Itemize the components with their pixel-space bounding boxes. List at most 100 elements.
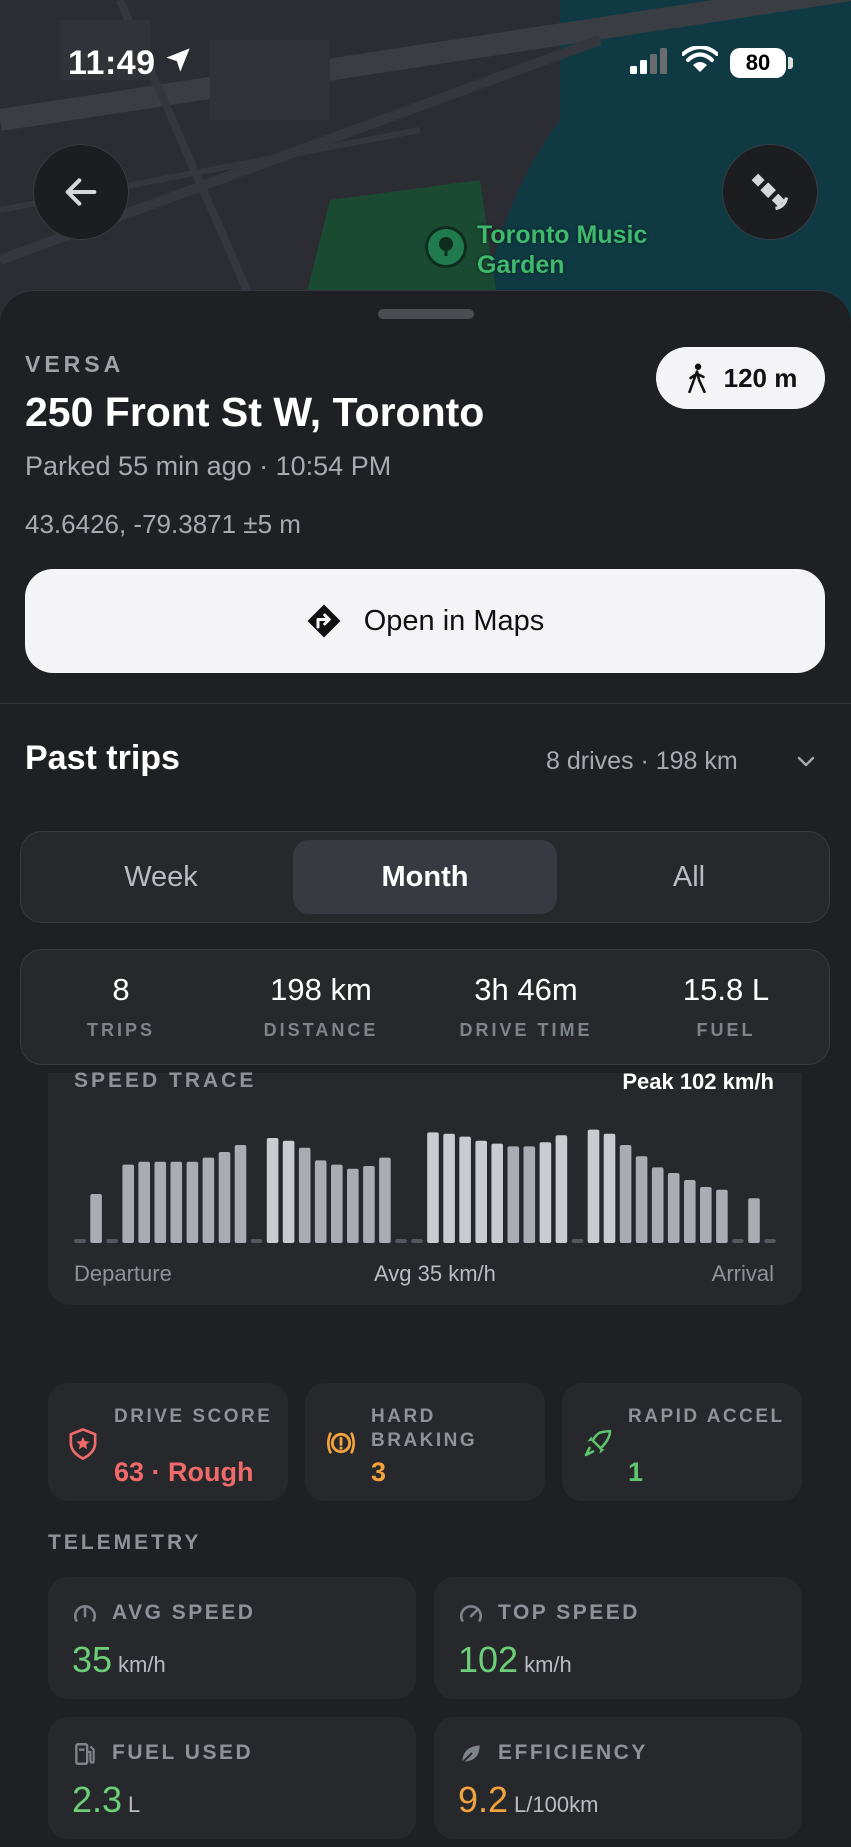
telemetry-label: FUEL USED: [112, 1741, 254, 1764]
speed-trace-bar: [234, 1145, 247, 1243]
telemetry-value: 35 km/h: [72, 1639, 166, 1681]
rapid-accel-card[interactable]: RAPID ACCEL 1: [562, 1383, 802, 1501]
telemetry-label: AVG SPEED: [112, 1601, 256, 1624]
hard-braking-card[interactable]: HARD BRAKING 3: [305, 1383, 545, 1501]
speed-trace-bar: [106, 1239, 118, 1243]
stat-value: 8: [112, 972, 130, 1007]
parked-address: 250 Front St W, Toronto: [25, 389, 485, 435]
stat-fuel: 15.8 L FUEL: [626, 972, 826, 1041]
hard-braking-label: HARD BRAKING: [371, 1406, 478, 1451]
drive-score-label: DRIVE SCORE: [114, 1406, 273, 1427]
speed-trace-bar: [587, 1129, 600, 1243]
telemetry-unit: km/h: [524, 1652, 572, 1677]
rocket-icon: [584, 1429, 612, 1457]
poi-label: Toronto Music Garden: [477, 221, 648, 279]
speed-trace-bar: [700, 1187, 712, 1243]
tab-week[interactable]: Week: [29, 840, 293, 914]
telemetry-efficiency: EFFICIENCY 9.2 L/100km: [434, 1717, 802, 1839]
telemetry-value: 102 km/h: [458, 1639, 572, 1681]
speed-trace-bar: [651, 1167, 664, 1243]
stat-trips: 8 TRIPS: [21, 972, 221, 1041]
location-arrow-icon: [166, 48, 190, 72]
stat-value: 3h 46m: [474, 972, 578, 1007]
trace-arrival-label: Arrival: [711, 1261, 774, 1286]
section-divider: [0, 703, 851, 704]
past-trips-title: Past trips: [25, 739, 180, 777]
telemetry-number: 9.2: [458, 1779, 509, 1820]
speed-trace-bar: [122, 1164, 134, 1243]
fuel-pump-icon: [75, 1743, 95, 1765]
status-bar: 11:49 80: [0, 0, 851, 120]
stat-label: DISTANCE: [263, 1020, 379, 1040]
parked-time: Parked 55 min ago · 10:54 PM: [25, 451, 392, 481]
speed-trace-peak: Peak 102 km/h: [622, 1069, 774, 1094]
speed-trace-bar: [395, 1239, 407, 1243]
speed-trace-bar: [427, 1132, 439, 1243]
speed-trace-bar: [331, 1164, 343, 1243]
bottom-sheet: VERSA 250 Front St W, Toronto Parked 55 …: [0, 290, 851, 1847]
telemetry-value: 9.2 L/100km: [458, 1779, 598, 1821]
speed-trace-bar: [764, 1239, 776, 1243]
stat-drive-time: 3h 46m DRIVE TIME: [426, 972, 626, 1041]
speed-trace-bar: [347, 1168, 359, 1243]
speed-trace-bar: [74, 1239, 86, 1243]
telemetry-value: 2.3 L: [72, 1779, 140, 1821]
arrow-left-icon: [65, 178, 97, 206]
speed-trace-title: SPEED TRACE: [74, 1069, 257, 1092]
telemetry-unit: L: [128, 1792, 141, 1817]
drive-score-card[interactable]: DRIVE SCORE 63 · Rough: [48, 1383, 288, 1501]
stat-label: FUEL: [696, 1020, 756, 1040]
speed-trace-bar: [90, 1194, 102, 1243]
speed-trace-bar: [491, 1143, 503, 1243]
telemetry-number: 35: [72, 1639, 113, 1680]
trace-avg-label: Avg 35 km/h: [374, 1261, 496, 1286]
sheet-grabber[interactable]: [378, 309, 474, 319]
rapid-accel-label: RAPID ACCEL: [628, 1406, 785, 1427]
satellite-view-button[interactable]: [722, 144, 818, 240]
battery-indicator: 80: [730, 48, 786, 78]
directions-icon: [307, 604, 341, 638]
past-trips-summary[interactable]: 8 drives · 198 km: [546, 747, 738, 776]
speed-trace-bar: [459, 1136, 471, 1243]
speed-trace-bar: [619, 1145, 632, 1243]
chevron-down-icon[interactable]: [794, 749, 818, 773]
tree-icon: [425, 226, 467, 268]
period-segmented-control: Week Month All: [20, 831, 830, 923]
telemetry-title: TELEMETRY: [48, 1531, 202, 1554]
speed-trace-bar: [266, 1138, 279, 1243]
stat-value: 198 km: [270, 972, 372, 1007]
tab-month[interactable]: Month: [293, 840, 557, 914]
stat-label: DRIVE TIME: [459, 1020, 593, 1040]
poi-marker[interactable]: Toronto Music Garden: [425, 220, 677, 280]
telemetry-fuel-used: FUEL USED 2.3 L: [48, 1717, 416, 1839]
hard-braking-value: 3: [371, 1457, 387, 1487]
walk-distance: 120 m: [723, 362, 798, 393]
telemetry-unit: km/h: [118, 1652, 166, 1677]
trace-departure-label: Departure: [74, 1261, 172, 1286]
tab-all[interactable]: All: [557, 840, 821, 914]
telemetry-avg-speed: AVG SPEED 35 km/h: [48, 1577, 416, 1699]
back-button[interactable]: [33, 144, 129, 240]
walk-distance-pill[interactable]: 120 m: [656, 347, 825, 409]
stat-label: TRIPS: [86, 1020, 155, 1040]
brake-icon: [327, 1432, 355, 1454]
speed-trace-bar: [635, 1156, 648, 1243]
speed-trace-bar: [298, 1147, 311, 1243]
speedometer-icon: [73, 1604, 97, 1622]
speed-trace-bar: [186, 1161, 199, 1243]
speed-trace-bar: [314, 1160, 327, 1243]
speed-trace-bar: [684, 1180, 696, 1243]
gauge-icon: [459, 1604, 483, 1622]
shield-star-icon: [69, 1427, 97, 1461]
open-in-maps-button[interactable]: Open in Maps: [25, 569, 825, 673]
drive-score-value: 63 · Rough: [114, 1457, 254, 1487]
vehicle-brand: VERSA: [25, 351, 125, 377]
speed-trace-bar: [523, 1146, 536, 1243]
speed-trace-bar: [667, 1173, 680, 1243]
telemetry-label: EFFICIENCY: [498, 1741, 648, 1764]
telemetry-top-speed: TOP SPEED 102 km/h: [434, 1577, 802, 1699]
telemetry-label: TOP SPEED: [498, 1601, 640, 1624]
speed-trace-bar: [443, 1133, 455, 1243]
telemetry-number: 2.3: [72, 1779, 123, 1820]
speed-trace-bar: [379, 1157, 391, 1243]
